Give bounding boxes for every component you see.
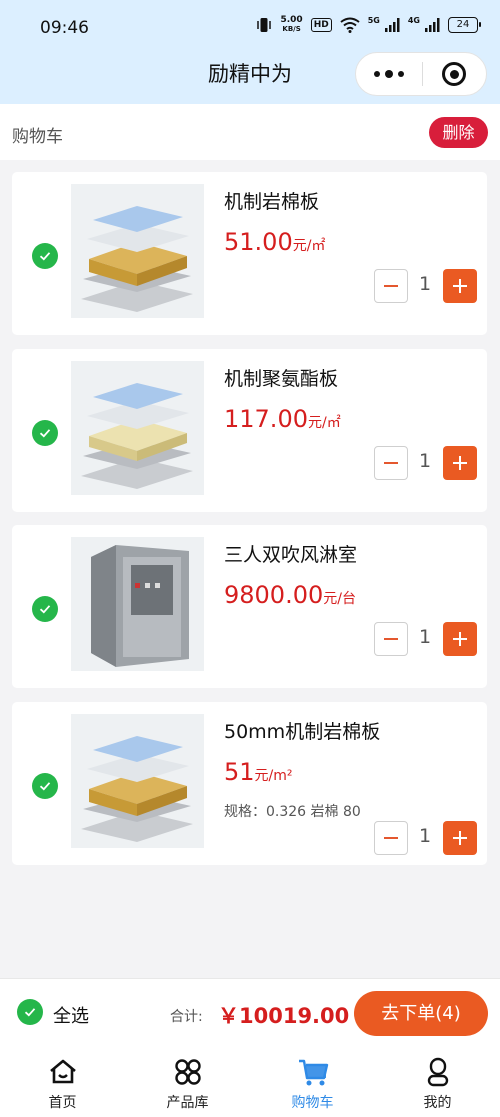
rockwool-panel-image[interactable] (71, 714, 204, 848)
select-all-label[interactable]: 全选 (53, 1002, 89, 1028)
place-order-button[interactable]: 去下单(4) (354, 991, 488, 1036)
close-target-icon[interactable] (423, 52, 487, 96)
product-name[interactable]: 机制岩棉板 (224, 187, 319, 214)
total-label: 合计: (170, 1009, 203, 1025)
price-value: 117.00 (224, 405, 308, 433)
tab-bar: 首页 产品库 购物车 我的 (0, 1048, 500, 1117)
air-shower-image[interactable] (71, 537, 204, 671)
increase-button[interactable] (443, 821, 477, 855)
quantity-stepper: 1 (374, 622, 477, 656)
price-value: 51.00 (224, 228, 293, 256)
product-grid-icon (175, 1059, 201, 1085)
increase-button[interactable] (443, 446, 477, 480)
profile-icon (427, 1057, 449, 1087)
tab-label: 我的 (423, 1095, 452, 1111)
tab-label: 购物车 (291, 1095, 334, 1111)
cart-header: 购物车 (0, 104, 500, 160)
net-speed: 5.00 KB/S (280, 15, 303, 34)
product-name[interactable]: 50mm机制岩棉板 (224, 717, 380, 744)
price-value: 9800.00 (224, 581, 324, 609)
cart-title: 购物车 (12, 127, 63, 147)
product-price: 51元/m² (224, 758, 293, 786)
cart-item: 机制聚氨酯板 117.00元/㎡ 1 (12, 349, 487, 512)
signal-icon (384, 18, 400, 32)
item-check-icon[interactable] (32, 420, 58, 446)
miniprogram-capsule (355, 52, 487, 96)
quantity-stepper: 1 (374, 821, 477, 855)
system-icons: 5.00 KB/S HD 5G 4G 24 (256, 15, 481, 34)
item-check-icon[interactable] (32, 243, 58, 269)
battery-icon: 24 (448, 17, 481, 33)
quantity-value[interactable]: 1 (412, 825, 438, 847)
status-time: 09:46 (40, 18, 89, 38)
quantity-stepper: 1 (374, 269, 477, 303)
price-unit: 元/台 (323, 591, 356, 607)
top-header: 09:46 5.00 KB/S HD 5G 4G 24 励精中为 (0, 0, 500, 104)
more-menu-icon[interactable] (356, 52, 422, 96)
decrease-button[interactable] (374, 821, 408, 855)
product-price: 9800.00元/台 (224, 581, 356, 609)
signal-4g-label: 4G (407, 16, 420, 25)
price-unit: 元/㎡ (292, 238, 326, 254)
item-check-icon[interactable] (32, 596, 58, 622)
status-bar: 09:46 5.00 KB/S HD 5G 4G 24 (0, 0, 500, 52)
price-value: 51 (224, 758, 255, 786)
hd-icon: HD (310, 18, 332, 32)
home-icon (50, 1059, 76, 1084)
select-all-check-icon[interactable] (17, 999, 43, 1025)
item-check-icon[interactable] (32, 773, 58, 799)
price-unit: 元/㎡ (307, 415, 341, 431)
rockwool-panel-image[interactable] (71, 184, 204, 318)
tab-label: 产品库 (166, 1095, 209, 1111)
quantity-value[interactable]: 1 (412, 450, 438, 472)
decrease-button[interactable] (374, 622, 408, 656)
increase-button[interactable] (443, 269, 477, 303)
product-name[interactable]: 机制聚氨酯板 (224, 364, 338, 391)
signal-5g-label: 5G (367, 16, 380, 25)
polyurethane-panel-image[interactable] (71, 361, 204, 495)
checkout-bar: 全选 合计: ￥10019.00 去下单(4) (0, 978, 500, 1048)
decrease-button[interactable] (374, 269, 408, 303)
signal-icon-2 (425, 18, 440, 32)
product-price: 51.00元/㎡ (224, 228, 325, 256)
increase-button[interactable] (443, 622, 477, 656)
product-price: 117.00元/㎡ (224, 405, 341, 433)
cart-icon (299, 1059, 329, 1086)
product-spec: 规格：0.326 岩棉 80 (224, 804, 361, 820)
price-unit: 元/m² (254, 768, 293, 784)
tab-mine[interactable]: 我的 (375, 1048, 500, 1117)
tab-products[interactable]: 产品库 (125, 1048, 250, 1117)
quantity-stepper: 1 (374, 446, 477, 480)
cart-item: 机制岩棉板 51.00元/㎡ 1 (12, 172, 487, 335)
tab-label: 首页 (48, 1095, 77, 1111)
cart-item: 三人双吹风淋室 9800.00元/台 1 (12, 525, 487, 688)
cart-item: 50mm机制岩棉板 51元/m² 规格：0.326 岩棉 80 1 (12, 702, 487, 865)
delete-button[interactable]: 删除 (429, 117, 488, 148)
total-value: ￥10019.00 (218, 1004, 350, 1028)
quantity-value[interactable]: 1 (412, 626, 438, 648)
tab-cart[interactable]: 购物车 (250, 1048, 375, 1117)
decrease-button[interactable] (374, 446, 408, 480)
product-name[interactable]: 三人双吹风淋室 (224, 540, 357, 567)
vibrate-icon (257, 18, 272, 32)
tab-home[interactable]: 首页 (0, 1048, 125, 1117)
quantity-value[interactable]: 1 (412, 273, 438, 295)
wifi-icon (340, 17, 360, 33)
